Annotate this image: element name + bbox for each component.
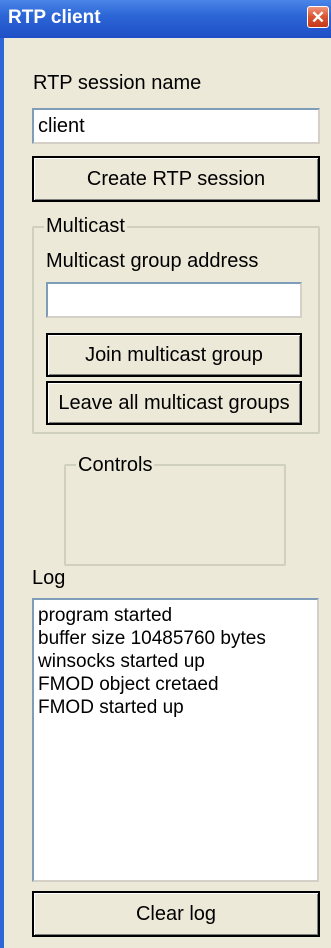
clear-log-label: Clear log — [135, 902, 217, 925]
log-listbox[interactable]: program started buffer size 10485760 byt… — [32, 598, 319, 882]
join-multicast-label: Join multicast group — [85, 343, 263, 366]
close-icon[interactable]: ✕ — [307, 6, 329, 28]
multicast-group-title: Multicast — [44, 215, 127, 238]
log-line: FMOD object cretaed — [38, 674, 219, 695]
create-session-button[interactable]: Create RTP session — [32, 156, 320, 202]
log-line: program started — [38, 605, 173, 626]
controls-group — [64, 464, 286, 566]
title-bar[interactable]: RTP client ✕ — [0, 0, 331, 38]
join-multicast-button[interactable]: Join multicast group — [46, 333, 302, 377]
clear-log-button[interactable]: Clear log — [32, 891, 320, 937]
log-line: FMOD started up — [38, 697, 184, 718]
log-line: winsocks started up — [38, 651, 205, 672]
leave-multicast-button[interactable]: Leave all multicast groups — [46, 381, 302, 425]
multicast-address-input[interactable] — [46, 282, 302, 318]
session-name-label: RTP session name — [33, 72, 202, 94]
rtp-client-window: RTP client ✕ RTP session name Create RTP… — [0, 0, 331, 948]
window-title: RTP client — [8, 7, 101, 28]
log-label: Log — [32, 567, 66, 589]
multicast-address-label: Multicast group address — [46, 250, 259, 272]
session-name-input[interactable] — [32, 108, 320, 144]
create-session-label: Create RTP session — [86, 167, 266, 190]
leave-multicast-label: Leave all multicast groups — [58, 391, 290, 414]
log-line: buffer size 10485760 bytes — [38, 628, 266, 649]
window-left-border — [0, 38, 4, 948]
controls-group-title: Controls — [76, 454, 155, 477]
